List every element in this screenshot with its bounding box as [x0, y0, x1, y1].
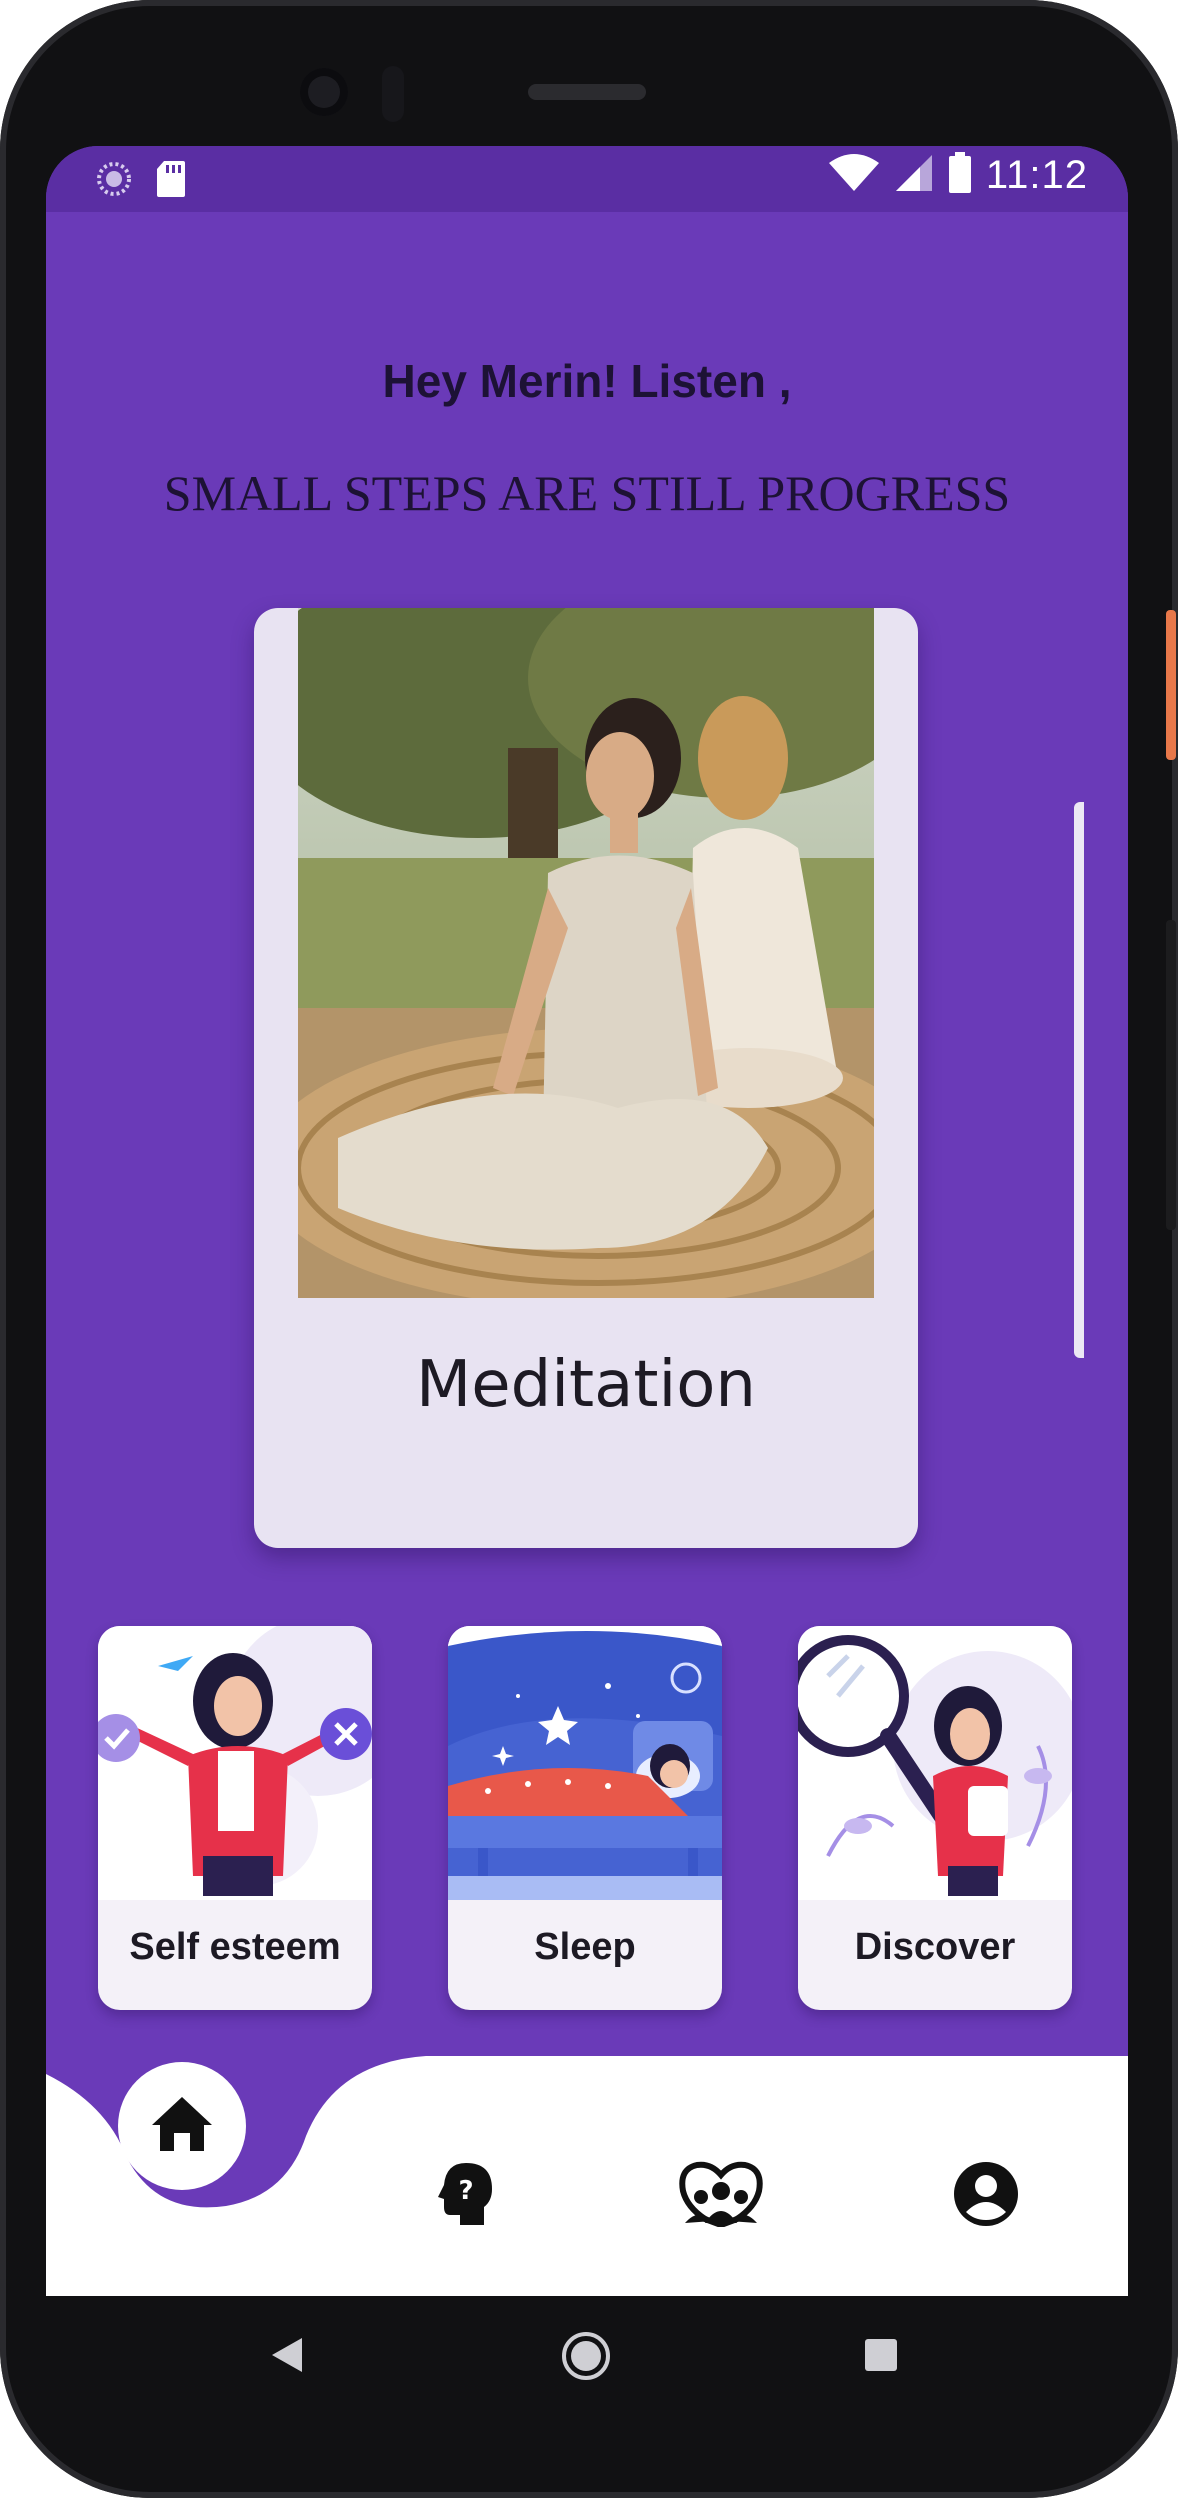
category-card-discover[interactable]: Discover	[798, 1626, 1072, 2010]
category-label-self-esteem: Self esteem	[129, 1926, 341, 1968]
loading-circle-icon	[96, 161, 132, 202]
app-screen: 11:12 Hey Merin! Listen , SMALL STEPS AR…	[46, 146, 1128, 2296]
featured-card-meditation[interactable]: Meditation	[254, 608, 918, 1548]
meditation-photo	[298, 608, 874, 1298]
nav-community-button[interactable]	[666, 2146, 776, 2246]
self-esteem-illustration	[98, 1626, 372, 1900]
mental-health-question-icon: ?	[438, 2161, 494, 2232]
cellular-signal-icon	[894, 153, 934, 198]
phone-frame: 11:12 Hey Merin! Listen , SMALL STEPS AR…	[0, 0, 1178, 2498]
profile-icon	[952, 2160, 1020, 2233]
proximity-sensor	[382, 66, 404, 122]
sleep-illustration	[448, 1626, 722, 1900]
community-group-icon	[679, 2161, 763, 2232]
category-label-discover: Discover	[854, 1926, 1016, 1968]
nav-profile-button[interactable]	[936, 2146, 1036, 2246]
home-icon	[150, 2095, 214, 2158]
status-bar: 11:12	[46, 146, 1128, 212]
motivational-quote: SMALL STEPS ARE STILL PROGRESS	[163, 465, 1011, 521]
discover-illustration	[798, 1626, 1072, 1900]
home-circle-icon[interactable]	[560, 2330, 612, 2387]
next-card-peek[interactable]	[1074, 802, 1084, 1358]
featured-card-label: Meditation	[416, 1348, 756, 1422]
sd-card-icon	[156, 160, 186, 203]
volume-button	[1166, 920, 1176, 1230]
battery-icon	[948, 152, 972, 199]
nav-mental-health-button[interactable]: ?	[416, 2146, 516, 2246]
recents-icon[interactable]	[864, 2338, 898, 2377]
earpiece-speaker	[528, 84, 646, 100]
category-card-self-esteem[interactable]: Self esteem	[98, 1626, 372, 2010]
power-button	[1166, 610, 1176, 760]
nav-home-button[interactable]	[118, 2062, 246, 2190]
svg-text:?: ?	[458, 2176, 473, 2206]
category-label-sleep: Sleep	[534, 1926, 636, 1968]
wifi-icon	[828, 153, 880, 198]
back-icon[interactable]	[270, 2336, 304, 2379]
system-navigation-bar	[46, 2296, 1128, 2416]
clock: 11:12	[985, 153, 1088, 197]
front-camera	[300, 68, 348, 116]
category-card-sleep[interactable]: Sleep	[448, 1626, 722, 2010]
greeting-text: Hey Merin! Listen ,	[382, 355, 792, 407]
